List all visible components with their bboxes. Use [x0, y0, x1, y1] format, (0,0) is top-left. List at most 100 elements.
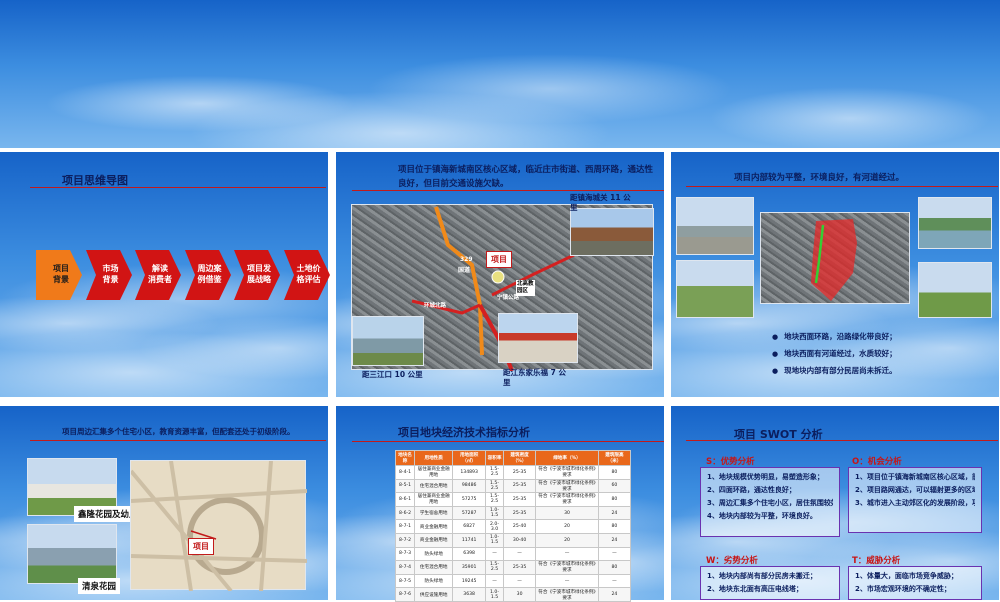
- table-cell: 24: [597, 505, 632, 521]
- table-cell: —: [503, 546, 537, 562]
- table-cell: 30-40: [503, 532, 537, 548]
- table-cell: 2.0-3.0: [484, 519, 505, 534]
- table-cell: 学生宿舍用地: [414, 505, 454, 521]
- table-row: 8-7-5 防头绿地 19245— — — —: [394, 573, 632, 589]
- table-cell: 商业金融用地: [414, 519, 454, 534]
- swot-s-item: 1、地块规模优势明显，易塑造形象；: [707, 473, 824, 481]
- table-cell: 符合《宁波市城市绿化条例》要求: [535, 492, 599, 507]
- distance-carrefour: 距江东家乐福 7 公里: [503, 368, 566, 387]
- slide5-title-rule: [352, 441, 664, 442]
- table-cell: 19245: [452, 573, 486, 589]
- mindmap-step-1: 项目 背景: [36, 250, 82, 300]
- table-cell: —: [535, 573, 599, 589]
- table-cell: 1.0-1.5: [484, 532, 505, 548]
- slide2-title: 项目位于镇海新城南区核心区域，临近庄市街道、西周环路，通达性 良好，但目前交通设施…: [398, 165, 654, 189]
- table-cell: 60: [597, 478, 632, 494]
- swot-s-heading: S：优势分析: [706, 457, 755, 467]
- map-project-label: 项目: [188, 538, 214, 555]
- table-cell: 8-5-1: [394, 478, 416, 494]
- site-photo-houses: [918, 262, 992, 318]
- table-cell: 1.0-1.5: [484, 587, 505, 602]
- slide5-title: 项目地块经济技术指标分析: [398, 426, 530, 439]
- site-photo-field: [676, 260, 754, 318]
- table-cell: 商业金融用地: [414, 532, 454, 548]
- table-cell: 8-7-1: [394, 519, 416, 534]
- table-cell: 1.5-2.5: [484, 478, 505, 494]
- table-row: 8-7-3 防头绿地 6398— — — —: [394, 546, 632, 562]
- swot-t-item: 2、市场宏观环境的不确定性；: [855, 585, 951, 593]
- swot-o-item: 2、项目路网通达，可以辐射更多的区域客户；: [855, 486, 975, 494]
- slide3-bullet-2: 地块西面有河道经过，水质较好；: [772, 348, 897, 359]
- road-label-329: 329: [460, 256, 473, 263]
- table-cell: —: [484, 546, 505, 562]
- slide3-bullet-3: 现地块内部有部分民居尚未拆迁。: [772, 365, 897, 376]
- table-cell: 供应设施用地: [414, 587, 454, 602]
- swot-s-item: 3、周边汇集多个住宅小区，居住氛围较好；: [707, 499, 833, 507]
- table-cell: 8-7-6: [394, 587, 416, 602]
- table-cell: 25-35: [503, 478, 537, 494]
- table-header-cell: 容积率: [484, 450, 505, 466]
- table-header-cell: 绿地率（%）: [535, 450, 599, 466]
- table-cell: 8-7-3: [394, 546, 416, 562]
- table-cell: 57275: [452, 492, 486, 507]
- table-header-cell: 建筑限高（米）: [597, 450, 632, 466]
- table-cell: 8-4-1: [394, 465, 416, 480]
- table-cell: 20: [535, 532, 599, 548]
- table-row: 8-6-1 居住兼商业金融用地 57275 1.5-2.5 25-35 符合《宁波市城市绿…: [394, 492, 632, 507]
- table-cell: —: [597, 546, 632, 562]
- table-cell: 20: [535, 519, 599, 534]
- site-photo-road: [676, 197, 754, 255]
- road-label-ningzhen: 宁镇公路: [497, 295, 520, 301]
- table-cell: 符合《宁波市城市绿化条例》要求: [535, 560, 599, 575]
- swot-w-item: 2、地块东北面有高压电线塔；: [707, 585, 803, 593]
- site-photo-river: [918, 197, 992, 249]
- table-cell: 8-6-2: [394, 505, 416, 521]
- distance-zhenhai: 距镇海城关 11 公里: [570, 193, 631, 212]
- table-cell: —: [597, 573, 632, 589]
- table-cell: 30: [535, 505, 599, 521]
- swot-s-item: 2、四面环路，通达性良好；: [707, 486, 796, 494]
- table-cell: 居住兼商业金融用地: [414, 465, 454, 480]
- table-cell: 25-40: [503, 519, 537, 534]
- table-cell: 11741: [452, 532, 486, 548]
- table-row: 8-7-2 商业金融用地 11741 1.0-1.5 30-40 20 24: [394, 532, 632, 548]
- table-header-cell: 建筑密度（%）: [503, 450, 537, 466]
- table-row: 8-4-1 居住兼商业金融用地 134893 1.5-2.5 25-35 符合《宁波市城市…: [394, 465, 632, 480]
- table-cell: 8-6-1: [394, 492, 416, 507]
- swot-s-box: 1、地块规模优势明显，易塑造形象； 2、四面环路，通达性良好； 3、周边汇集多个…: [700, 467, 840, 537]
- slide1-title-rule: [30, 187, 326, 188]
- table-row: 8-7-1 商业金融用地 6827 2.0-3.0 25-40 20 80: [394, 519, 632, 534]
- mindmap-step-5: 项目发 展战略: [234, 250, 280, 300]
- mindmap-step-label: 项目 背景: [53, 264, 69, 284]
- table-cell: 1.5-2.5: [484, 560, 505, 575]
- table-cell: 80: [597, 560, 632, 575]
- carrefour-photo: [498, 313, 578, 363]
- table-cell: 住宅混合用地: [414, 478, 454, 494]
- table-cell: 1.0-1.5: [484, 505, 505, 521]
- table-cell: 57287: [452, 505, 486, 521]
- table-cell: 符合《宁波市城市绿化条例》要求: [535, 587, 599, 602]
- mindmap-step-label: 解读 消费者: [148, 264, 172, 284]
- caption-qingquan: 清泉花园: [78, 578, 121, 594]
- qingquan-garden-photo: [27, 524, 117, 584]
- swot-w-box: 1、地块内部尚有部分民房未搬迁； 2、地块东北面有高压电线塔；: [700, 566, 840, 600]
- mindmap-step-3: 解读 消费者: [135, 250, 181, 300]
- table-row: 8-7-6 供应设施用地 3638 1.0-1.5 30 符合《宁波市城市绿化条例》要求 2…: [394, 587, 632, 602]
- table-cell: 80: [597, 465, 632, 480]
- top-banner-sky: [0, 0, 1000, 148]
- table-cell: 24: [597, 587, 632, 602]
- mindmap-step-label: 市场 背景: [102, 264, 119, 284]
- swot-t-box: 1、体量大，面临市场竞争威胁； 2、市场宏观环境的不确定性；: [848, 566, 982, 600]
- slide3-title-rule: [686, 186, 998, 187]
- mindmap-step-2: 市场 背景: [85, 250, 132, 300]
- swot-o-item: 3、城市进入主动郊区化的发展阶段，项目具备主动郊区化目的地的条件。: [855, 499, 975, 507]
- slide6-title-rule: [686, 440, 998, 441]
- table-cell: 134893: [452, 465, 486, 480]
- table-cell: 98486: [452, 478, 486, 494]
- road-label-guodao: 国道: [458, 267, 471, 274]
- table-cell: —: [484, 573, 505, 589]
- table-cell: —: [503, 573, 537, 589]
- economic-indicator-table: 地块名称 用地性质 用地面积（㎡） 容积率 建筑密度（%） 绿地率（%） 建筑限高（米） 8…: [394, 450, 632, 602]
- mindmap-step-4: 周边案 例借鉴: [184, 250, 231, 300]
- swot-o-item: 1、项目位于镇海新城南区核心区域，前景看好；: [855, 473, 975, 481]
